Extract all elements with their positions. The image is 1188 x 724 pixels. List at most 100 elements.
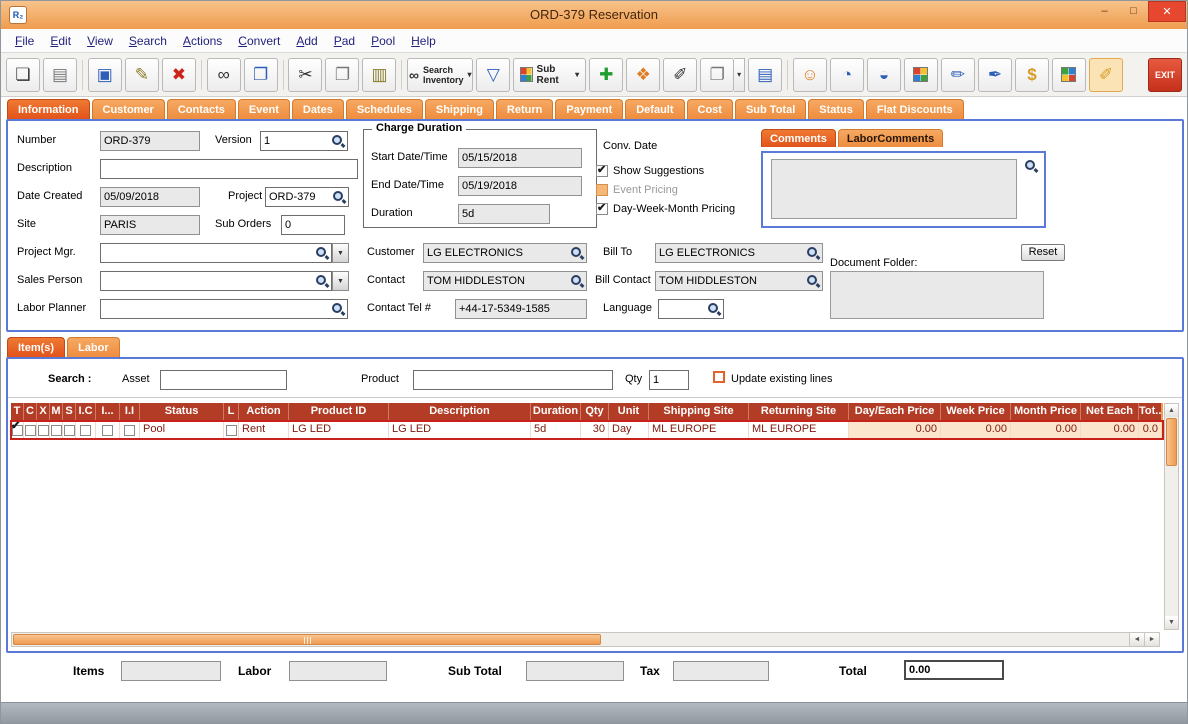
col-header-description[interactable]: Description [389, 403, 531, 421]
col-header-i2[interactable]: I... [96, 403, 120, 421]
col-header-duration[interactable]: Duration [531, 403, 581, 421]
menu-item-add[interactable]: Add [288, 32, 325, 50]
tab-default[interactable]: Default [625, 99, 685, 119]
scroll-down-button[interactable]: ▼ [1165, 616, 1178, 629]
add-line-button[interactable]: ✚ [589, 57, 624, 92]
scroll-up-button[interactable]: ▲ [1165, 404, 1178, 417]
sales-person-dropdown-button[interactable]: ▼ [332, 271, 349, 291]
tab-comments[interactable]: Comments [761, 129, 836, 147]
export-button[interactable]: ◒ [866, 57, 901, 92]
money-button[interactable]: $ [1014, 57, 1049, 92]
day-week-month-checkbox[interactable] [596, 201, 608, 215]
hscroll-thumb[interactable] [13, 634, 601, 645]
search-icon[interactable] [315, 246, 329, 260]
paste-button[interactable]: ▥ [362, 57, 397, 92]
col-header-action[interactable]: Action [239, 403, 289, 421]
number-input[interactable] [100, 131, 200, 151]
find-button[interactable]: ∞ [206, 57, 241, 92]
event-pricing-checkbox[interactable] [596, 184, 608, 196]
labor-total-input[interactable] [289, 661, 387, 681]
col-header-returning-site[interactable]: Returning Site [749, 403, 849, 421]
note-button[interactable]: ✐ [663, 57, 698, 92]
print-preview-button[interactable]: ▤ [748, 57, 783, 92]
minimize-button[interactable]: – [1090, 1, 1119, 22]
customer-input[interactable] [423, 243, 587, 263]
tab-flat-discounts[interactable]: Flat Discounts [865, 99, 964, 119]
duration-input[interactable] [458, 204, 550, 224]
search-icon[interactable] [331, 134, 345, 148]
tab-sub-total[interactable]: Sub Total [734, 99, 807, 119]
update-existing-lines-checkbox[interactable] [713, 371, 725, 383]
col-header-c[interactable]: C [24, 403, 37, 421]
tab-schedules[interactable]: Schedules [345, 99, 423, 119]
search-inventory-button[interactable]: ∞ Search Inventory ▾ [407, 57, 474, 92]
col-header-day-each-price[interactable]: Day/Each Price [849, 403, 941, 421]
col-header-x[interactable]: X [37, 403, 50, 421]
col-header-unit[interactable]: Unit [609, 403, 649, 421]
key-button[interactable]: ✒ [977, 57, 1012, 92]
tab-contacts[interactable]: Contacts [166, 99, 236, 119]
search-document-button[interactable]: ❐ [243, 57, 278, 92]
scroll-left-button[interactable]: ◄ [1129, 633, 1144, 646]
search-icon[interactable] [806, 274, 820, 288]
items-total-input[interactable] [121, 661, 221, 681]
sub-rent-button[interactable]: Sub Rent ▾ [513, 57, 587, 92]
ii-checkbox[interactable] [124, 424, 135, 436]
col-header-status[interactable]: Status [140, 403, 224, 421]
tab-status[interactable]: Status [808, 99, 864, 119]
tab-labor-comments[interactable]: LaborComments [837, 129, 944, 147]
grand-total-input[interactable] [904, 660, 1004, 680]
menu-item-file[interactable]: File [7, 32, 42, 50]
reset-button[interactable]: Reset [1021, 244, 1065, 261]
asset-input[interactable] [160, 370, 287, 390]
bill-contact-input[interactable] [655, 271, 823, 291]
new-button[interactable]: ❏ [6, 57, 40, 92]
tab-shipping[interactable]: Shipping [424, 99, 494, 119]
contact-tel-input[interactable] [455, 299, 587, 319]
ic-checkbox[interactable] [80, 424, 91, 436]
duplicate-dropdown-button[interactable]: ▾ [734, 57, 746, 92]
print-button[interactable]: ▤ [43, 57, 77, 92]
modules-button[interactable] [1051, 57, 1086, 92]
delete-button[interactable]: ✖ [161, 57, 196, 92]
menu-item-convert[interactable]: Convert [230, 32, 288, 50]
filter-button[interactable]: ▽ [476, 57, 511, 92]
edit-document-button[interactable]: ✏ [940, 57, 975, 92]
menu-item-pad[interactable]: Pad [326, 32, 363, 50]
chevron-down-icon[interactable]: ▾ [575, 70, 579, 79]
col-header-week-price[interactable]: Week Price [941, 403, 1011, 421]
menu-item-edit[interactable]: Edit [42, 32, 79, 50]
bill-to-input[interactable] [655, 243, 823, 263]
s-checkbox[interactable] [63, 424, 75, 436]
col-header-product-id[interactable]: Product ID [289, 403, 389, 421]
show-suggestions-checkbox[interactable] [596, 163, 608, 177]
save-button[interactable]: ▣ [87, 57, 122, 92]
labor-planner-input[interactable] [100, 299, 348, 319]
duplicate-button[interactable]: ❐ [700, 57, 735, 92]
qty-input[interactable] [649, 370, 689, 390]
cut-button[interactable]: ✂ [288, 57, 323, 92]
tab-dates[interactable]: Dates [291, 99, 344, 119]
m-checkbox[interactable] [50, 424, 62, 436]
scroll-right-button[interactable]: ► [1144, 633, 1159, 646]
col-header-month-price[interactable]: Month Price [1011, 403, 1081, 421]
close-button[interactable]: ✕ [1148, 1, 1186, 22]
description-input[interactable] [100, 159, 358, 179]
start-date-input[interactable] [458, 148, 582, 168]
menu-item-search[interactable]: Search [121, 32, 175, 50]
x-checkbox[interactable] [37, 424, 49, 436]
col-header-ic[interactable]: I.C [76, 403, 96, 421]
menu-item-pool[interactable]: Pool [363, 32, 403, 50]
tab-cost[interactable]: Cost [686, 99, 733, 119]
search-icon[interactable] [806, 246, 820, 260]
wand-button[interactable]: ✐ [1089, 57, 1123, 92]
project-mgr-input[interactable] [100, 243, 332, 263]
sub-orders-input[interactable] [281, 215, 345, 235]
product-input[interactable] [413, 370, 613, 390]
tab-labor[interactable]: Labor [67, 337, 120, 357]
tab-information[interactable]: Information [7, 99, 90, 119]
tab-event[interactable]: Event [237, 99, 290, 119]
menu-item-view[interactable]: View [79, 32, 121, 50]
c-checkbox[interactable] [24, 424, 36, 436]
tab-payment[interactable]: Payment [555, 99, 624, 119]
